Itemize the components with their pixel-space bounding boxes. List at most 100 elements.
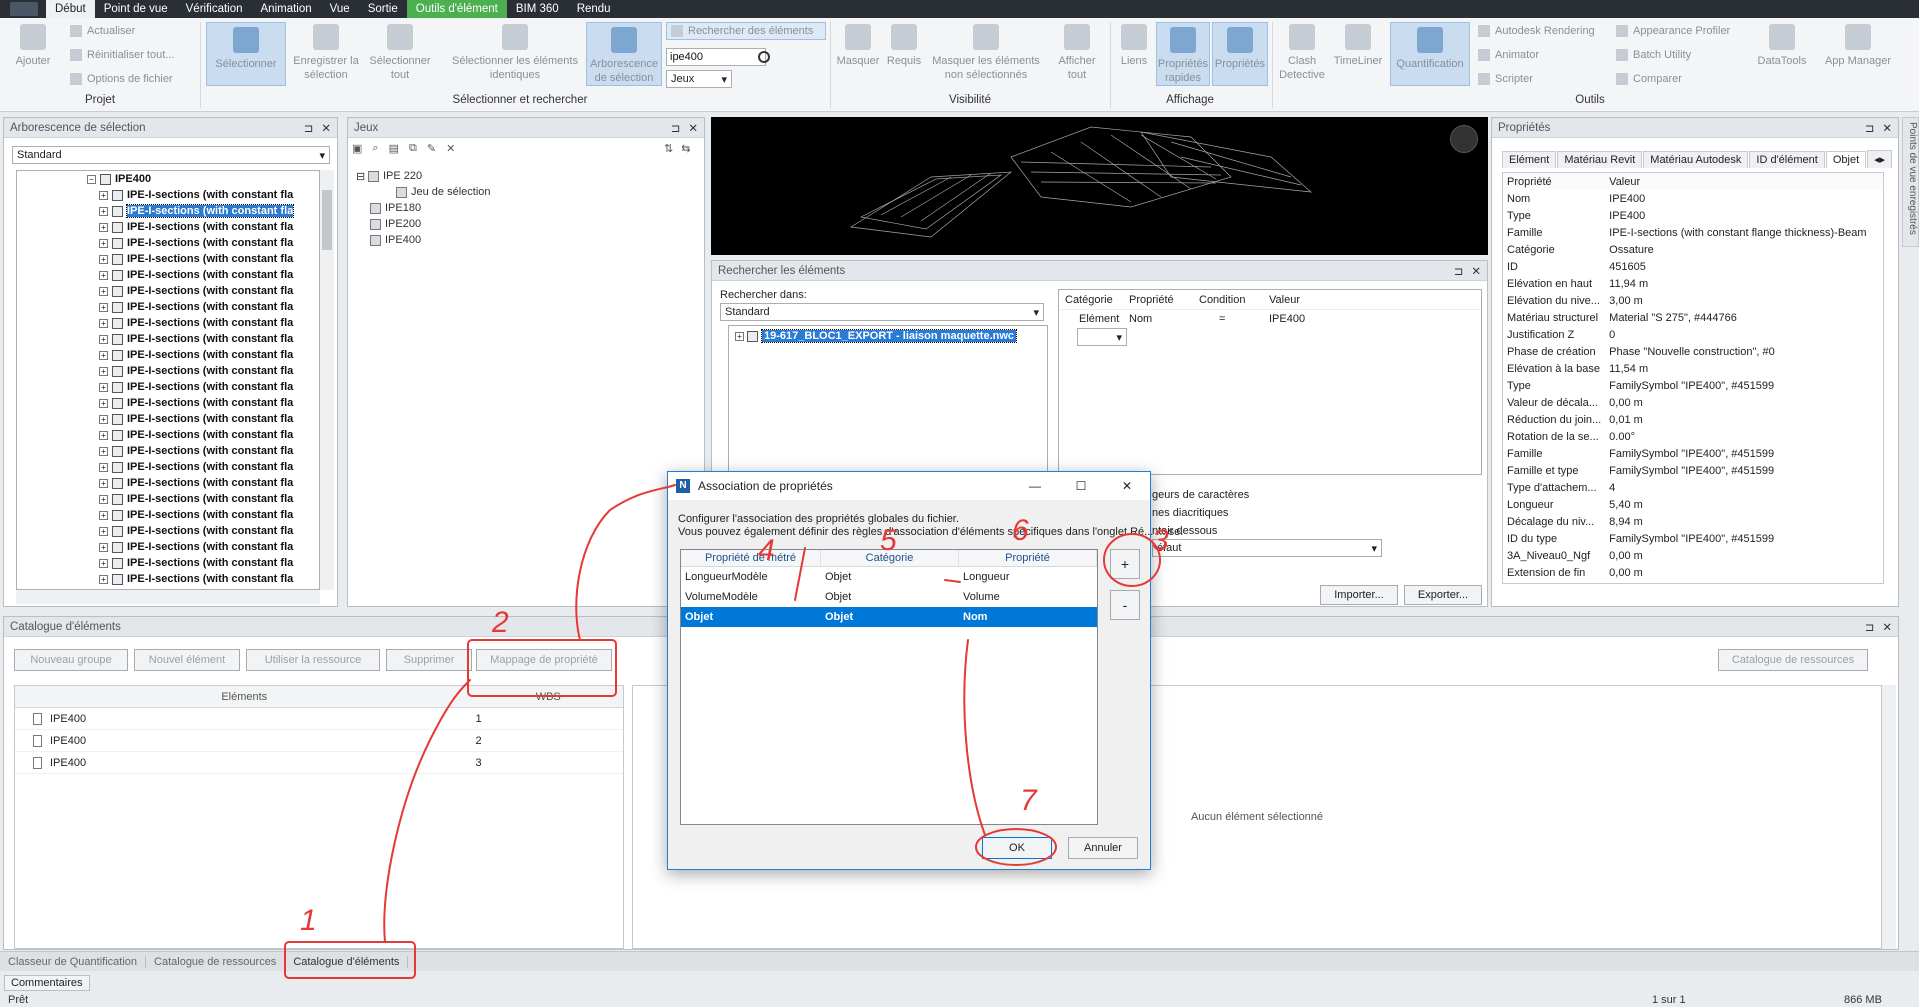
col-categorie[interactable]: Catégorie bbox=[821, 550, 959, 566]
property-row[interactable]: 3A_Niveau0_Ngf 0,00 m bbox=[1503, 547, 1883, 564]
nouveau-groupe-button[interactable]: Nouveau groupe bbox=[14, 649, 128, 671]
options-fichier-button[interactable]: Options de fichier bbox=[70, 73, 173, 85]
saved-viewpoints-sidebar[interactable]: Points de vue enregistrés bbox=[1902, 117, 1919, 247]
tree-item[interactable]: + IPE-I-sections (with constant fla bbox=[87, 219, 319, 235]
appearance-profiler-button[interactable]: Appearance Profiler bbox=[1616, 25, 1730, 37]
tree-item[interactable]: + IPE-I-sections (with constant fla bbox=[87, 331, 319, 347]
property-row[interactable]: Décalage du niv... 8,94 m bbox=[1503, 513, 1883, 530]
supprimer-button[interactable]: Supprimer bbox=[386, 649, 472, 671]
arborescence-selection-button[interactable]: Arborescence de sélection bbox=[586, 22, 662, 86]
expand-icon[interactable]: + bbox=[99, 494, 108, 504]
expand-icon[interactable]: + bbox=[99, 430, 108, 440]
catalog-row[interactable]: IPE400 3 bbox=[15, 752, 623, 774]
tree-item[interactable]: + IPE-I-sections (with constant fla bbox=[87, 203, 319, 219]
masquer-button[interactable]: Masquer bbox=[834, 24, 882, 68]
collapse-icon[interactable]: − bbox=[87, 174, 96, 184]
col-propriete[interactable]: Propriété bbox=[959, 550, 1097, 566]
expand-icon[interactable]: + bbox=[99, 302, 108, 312]
tree-item[interactable]: + IPE-I-sections (with constant fla bbox=[87, 475, 319, 491]
expand-icon[interactable]: + bbox=[99, 334, 108, 344]
remove-row-button[interactable]: - bbox=[1110, 590, 1140, 620]
property-row[interactable]: Extension de fin 0,00 m bbox=[1503, 564, 1883, 581]
proprietes-button[interactable]: Propriétés bbox=[1212, 22, 1268, 86]
tree-vertical-scrollbar[interactable] bbox=[320, 170, 334, 590]
property-row[interactable]: Réduction du join... 0,01 m bbox=[1503, 411, 1883, 428]
property-row[interactable]: Famille et type FamilySymbol "IPE400", #4… bbox=[1503, 462, 1883, 479]
tree-item[interactable]: + IPE-I-sections (with constant fla bbox=[87, 507, 319, 523]
condition-dropdown[interactable]: ▾ bbox=[1077, 328, 1127, 346]
property-row[interactable]: Elévation du nive... 3,00 m bbox=[1503, 292, 1883, 309]
app-menu-button[interactable] bbox=[10, 2, 38, 16]
option-match-width[interactable]: geurs de caractères bbox=[1152, 489, 1249, 501]
tree-item[interactable]: + IPE-I-sections (with constant fla bbox=[87, 363, 319, 379]
property-row[interactable]: Justification Z0 bbox=[1503, 326, 1883, 343]
utiliser-ressource-button[interactable]: Utiliser la ressource bbox=[246, 649, 380, 671]
tree-item[interactable]: + IPE-I-sections (with constant fla bbox=[87, 395, 319, 411]
set-item[interactable]: IPE180 bbox=[356, 200, 696, 216]
option-diacritics[interactable]: nes diacritiques bbox=[1152, 507, 1228, 519]
expand-icon[interactable]: + bbox=[99, 558, 108, 568]
tree-item[interactable]: + IPE-I-sections (with constant fla bbox=[87, 187, 319, 203]
group-outils[interactable]: Outils bbox=[1550, 94, 1630, 106]
tree-view[interactable]: − IPE400 + IPE-I-sections (with constant fl… bbox=[16, 170, 320, 590]
expand-icon[interactable]: + bbox=[99, 398, 108, 408]
animator-button[interactable]: Animator bbox=[1478, 49, 1539, 61]
property-row[interactable]: ID du type FamilySymbol "IPE400", #451599 bbox=[1503, 530, 1883, 547]
set-item[interactable]: Jeu de sélection bbox=[356, 184, 696, 200]
tree-item[interactable]: + IPE-I-sections (with constant fla bbox=[87, 571, 319, 587]
property-row[interactable]: Phase de création Phase "Nouvelle constru… bbox=[1503, 343, 1883, 360]
import-export-icon[interactable]: ⇆ bbox=[681, 142, 690, 155]
comparer-button[interactable]: Comparer bbox=[1616, 73, 1682, 85]
tree-item[interactable]: + IPE-I-sections (with constant fla bbox=[87, 459, 319, 475]
expand-icon[interactable]: + bbox=[99, 238, 108, 248]
tree-item[interactable]: + IPE-I-sections (with constant fla bbox=[87, 267, 319, 283]
rechercher-elements-button[interactable]: Rechercher des éléments bbox=[666, 22, 826, 40]
liens-button[interactable]: Liens bbox=[1114, 24, 1154, 68]
model-file-item[interactable]: 19-617_BLOC1_EXPORT - liaison maquette.n… bbox=[760, 329, 1018, 343]
tree-mode-dropdown[interactable]: Standard ▾ bbox=[12, 146, 330, 164]
tab-verification[interactable]: Vérification bbox=[177, 0, 252, 18]
selectionner-identiques-button[interactable]: Sélectionner les éléments identiques bbox=[450, 24, 580, 82]
close-icon[interactable]: ✕ bbox=[688, 121, 698, 135]
add-row-button[interactable]: + bbox=[1110, 549, 1140, 579]
comment-icon[interactable]: ✎ bbox=[427, 142, 436, 155]
tree-item[interactable]: + IPE-I-sections (with constant fla bbox=[87, 347, 319, 363]
expand-icon[interactable]: + bbox=[99, 270, 108, 280]
pin-icon[interactable]: ⊐ bbox=[1865, 121, 1875, 135]
mapping-row[interactable]: VolumeModèle Objet Volume bbox=[681, 587, 1097, 607]
scripter-button[interactable]: Scripter bbox=[1478, 73, 1533, 85]
tree-item[interactable]: + IPE-I-sections (with constant fla bbox=[87, 427, 319, 443]
set-item[interactable]: IPE400 bbox=[356, 232, 696, 248]
tab-materiau-revit[interactable]: Matériau Revit bbox=[1557, 151, 1643, 168]
close-icon[interactable]: ✕ bbox=[321, 121, 331, 135]
property-row[interactable]: Elévation à la base 11,54 m bbox=[1503, 360, 1883, 377]
tab-vue[interactable]: Vue bbox=[321, 0, 359, 18]
close-icon[interactable]: ✕ bbox=[1882, 620, 1892, 634]
tree-item[interactable]: + IPE-I-sections (with constant fla bbox=[87, 315, 319, 331]
pin-icon[interactable]: ⊐ bbox=[1865, 620, 1875, 634]
expand-icon[interactable]: + bbox=[99, 206, 108, 216]
col-propriete-metre[interactable]: Propriété de métré bbox=[681, 550, 821, 566]
selectionner-tout-button[interactable]: Sélectionner tout bbox=[364, 24, 436, 82]
new-folder-icon[interactable]: ▤ bbox=[389, 142, 399, 155]
expand-icon[interactable]: + bbox=[99, 478, 108, 488]
tab-animation[interactable]: Animation bbox=[252, 0, 321, 18]
ok-button[interactable]: OK bbox=[982, 837, 1052, 859]
exporter-button[interactable]: Exporter... bbox=[1404, 585, 1482, 605]
pin-icon[interactable]: ⊐ bbox=[671, 121, 681, 135]
mapping-row[interactable]: LongueurModèle Objet Longueur bbox=[681, 567, 1097, 587]
expand-icon[interactable]: + bbox=[99, 574, 108, 584]
batch-utility-button[interactable]: Batch Utility bbox=[1616, 49, 1691, 61]
tree-item[interactable]: + IPE-I-sections (with constant fla bbox=[87, 299, 319, 315]
tab-outils-element[interactable]: Outils d'élément bbox=[406, 0, 507, 18]
tree-item[interactable]: + IPE-I-sections (with constant fla bbox=[87, 491, 319, 507]
commentaires-tab[interactable]: Commentaires bbox=[4, 975, 90, 991]
importer-button[interactable]: Importer... bbox=[1320, 585, 1398, 605]
save-search-icon[interactable]: ⌕ bbox=[372, 142, 378, 155]
expand-icon[interactable]: + bbox=[99, 190, 108, 200]
tree-item[interactable]: + IPE-I-sections (with constant fla bbox=[87, 283, 319, 299]
pin-icon[interactable]: ⊐ bbox=[1454, 264, 1464, 278]
duplicate-icon[interactable]: ⧉ bbox=[409, 142, 417, 155]
sets-tree[interactable]: ⊟ IPE 220 Jeu de sélection IPE180 IPE200 … bbox=[356, 168, 696, 248]
expand-icon[interactable]: + bbox=[99, 446, 108, 456]
